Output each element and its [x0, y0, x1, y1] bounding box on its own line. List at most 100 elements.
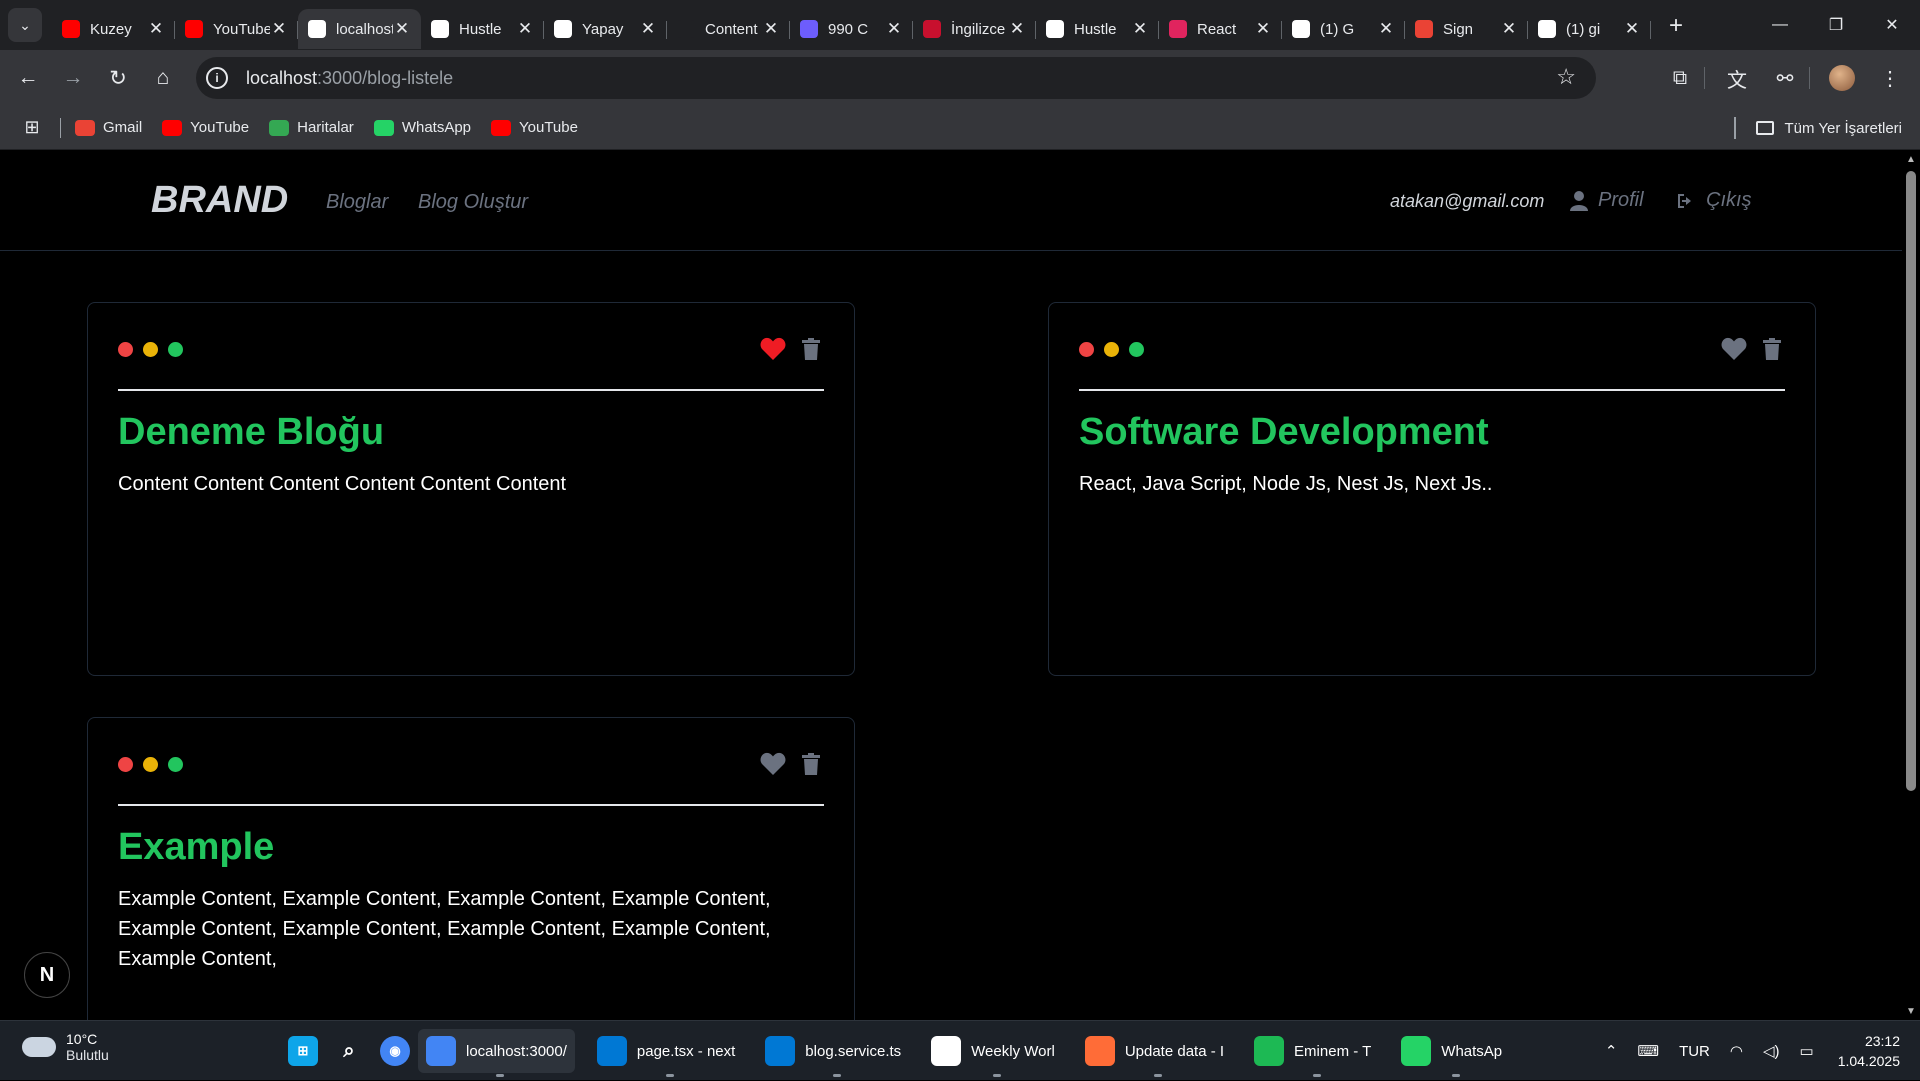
- browser-tab[interactable]: Hustle ✕: [1036, 9, 1159, 49]
- search-button[interactable]: ⌕: [326, 1029, 372, 1073]
- postman-icon: [1084, 1036, 1115, 1066]
- back-button[interactable]: ←: [8, 58, 48, 98]
- page-scrollbar[interactable]: ▲ ▼: [1902, 151, 1920, 1020]
- browser-tab[interactable]: React ✕: [1159, 9, 1282, 49]
- blog-title[interactable]: Software Development: [1079, 411, 1489, 454]
- volume-icon[interactable]: ◁): [1763, 1042, 1780, 1060]
- taskbar-app[interactable]: Weekly Worl: [923, 1029, 1063, 1077]
- wifi-icon[interactable]: ◠: [1730, 1042, 1743, 1060]
- close-tab-icon[interactable]: ✕: [1131, 19, 1149, 39]
- tray-overflow-icon[interactable]: ⌃: [1605, 1042, 1618, 1060]
- weather-desc: Bulutlu: [66, 1047, 109, 1063]
- menu-kebab-icon[interactable]: ⋮: [1870, 58, 1910, 98]
- forward-button[interactable]: →: [53, 58, 93, 98]
- taskbar-app[interactable]: WhatsAp: [1393, 1029, 1510, 1077]
- site-info-icon[interactable]: i: [206, 67, 228, 89]
- close-tab-icon[interactable]: ✕: [1500, 19, 1518, 39]
- close-tab-icon[interactable]: ✕: [270, 19, 288, 39]
- weather-widget[interactable]: 10°C Bulutlu: [22, 1031, 109, 1063]
- all-bookmarks-label: Tüm Yer İşaretleri: [1784, 119, 1902, 137]
- close-tab-icon[interactable]: ✕: [1377, 19, 1395, 39]
- apps-grid-icon[interactable]: ⊞: [12, 117, 52, 138]
- heart-icon[interactable]: [1721, 337, 1747, 361]
- browser-tab[interactable]: Yapay ✕: [544, 9, 667, 49]
- taskbar-app[interactable]: Eminem - T: [1246, 1029, 1379, 1077]
- browser-tab[interactable]: localhost ✕: [298, 9, 421, 49]
- nav-link-create-blog[interactable]: Blog Oluştur: [418, 191, 528, 214]
- close-tab-icon[interactable]: ✕: [639, 19, 657, 39]
- taskbar-app[interactable]: Update data - I: [1077, 1029, 1232, 1077]
- clock[interactable]: 23:12 1.04.2025: [1838, 1031, 1900, 1071]
- translate-icon[interactable]: 文: [1717, 58, 1757, 98]
- heart-icon[interactable]: [760, 337, 786, 361]
- scroll-up-arrow-icon[interactable]: ▲: [1906, 154, 1916, 165]
- url-text[interactable]: localhost:3000/blog-listele: [246, 68, 453, 89]
- nav-link-blogs[interactable]: Bloglar: [326, 191, 388, 214]
- browser-tab[interactable]: (1) G ✕: [1282, 9, 1405, 49]
- browser-tab[interactable]: Sign ✕: [1405, 9, 1528, 49]
- keyboard-icon[interactable]: ⌨: [1637, 1042, 1659, 1060]
- trash-icon[interactable]: [802, 753, 820, 775]
- uk-flag-icon: [923, 20, 941, 38]
- taskbar-app[interactable]: localhost:3000/: [418, 1029, 575, 1077]
- windows-icon: ⊞: [288, 1036, 318, 1066]
- all-bookmarks[interactable]: Tüm Yer İşaretleri: [1734, 106, 1902, 150]
- browser-tab[interactable]: 990 C ✕: [790, 9, 913, 49]
- trash-icon[interactable]: [802, 338, 820, 360]
- blog-title[interactable]: Example: [118, 826, 274, 869]
- tab-title: Kuzey: [90, 20, 132, 38]
- close-tab-icon[interactable]: ✕: [1623, 19, 1641, 39]
- bookmark-item[interactable]: Gmail: [75, 119, 142, 136]
- browser-tab[interactable]: YouTube ✕: [175, 9, 298, 49]
- close-tab-icon[interactable]: ✕: [393, 19, 411, 39]
- logout-label: Çıkış: [1706, 189, 1752, 211]
- profile-link[interactable]: Profil: [1570, 189, 1644, 212]
- running-indicator: [833, 1074, 842, 1077]
- start-button[interactable]: ⊞: [280, 1029, 326, 1073]
- browser-tab[interactable]: Kuzey ✕: [52, 9, 175, 49]
- trash-icon[interactable]: [1763, 338, 1781, 360]
- bookmark-item[interactable]: WhatsApp: [373, 119, 471, 136]
- browser-tab[interactable]: (1) gi ✕: [1528, 9, 1651, 49]
- logout-link[interactable]: Çıkış: [1676, 189, 1752, 212]
- bookmark-item[interactable]: YouTube: [162, 119, 249, 136]
- browser-tab[interactable]: Content ✕: [667, 9, 790, 49]
- close-tab-icon[interactable]: ✕: [1254, 19, 1272, 39]
- minimize-icon[interactable]: —: [1752, 0, 1808, 50]
- restore-icon[interactable]: ❐: [1808, 0, 1864, 50]
- brand-logo[interactable]: BRAND: [151, 179, 288, 222]
- browser-tab[interactable]: İngilizce ✕: [913, 9, 1036, 49]
- bookmark-item[interactable]: YouTube: [491, 119, 578, 136]
- reload-button[interactable]: ↻: [98, 58, 138, 98]
- address-bar[interactable]: i localhost:3000/blog-listele ☆: [196, 57, 1596, 99]
- close-tab-icon[interactable]: ✕: [147, 19, 165, 39]
- nextjs-dev-badge[interactable]: N: [24, 952, 70, 998]
- tab-search-button[interactable]: ⌄: [8, 8, 42, 42]
- close-tab-icon[interactable]: ✕: [885, 19, 903, 39]
- taskbar-app[interactable]: blog.service.ts: [757, 1029, 909, 1077]
- profile-avatar-button[interactable]: [1822, 58, 1862, 98]
- heart-icon[interactable]: [760, 752, 786, 776]
- link-icon[interactable]: ⚯: [1765, 58, 1805, 98]
- close-tab-icon[interactable]: ✕: [1008, 19, 1026, 39]
- blog-card[interactable]: Deneme Bloğu Content Content Content Con…: [87, 302, 855, 676]
- new-tab-button[interactable]: +: [1669, 12, 1683, 40]
- chrome-pinned[interactable]: ◉: [372, 1029, 418, 1073]
- close-tab-icon[interactable]: ✕: [762, 19, 780, 39]
- taskbar-app[interactable]: page.tsx - next: [589, 1029, 743, 1077]
- bookmark-item[interactable]: Haritalar: [269, 119, 354, 136]
- battery-icon[interactable]: ▭: [1800, 1042, 1814, 1060]
- home-button[interactable]: ⌂: [143, 58, 183, 98]
- blog-card[interactable]: Example Example Content, Example Content…: [87, 717, 855, 1020]
- extensions-icon[interactable]: ⧉: [1660, 58, 1700, 98]
- input-language[interactable]: TUR: [1679, 1043, 1710, 1060]
- close-window-icon[interactable]: ✕: [1864, 0, 1920, 50]
- blog-title[interactable]: Deneme Bloğu: [118, 411, 384, 454]
- browser-tab[interactable]: Hustle ✕: [421, 9, 544, 49]
- bookmark-star-icon[interactable]: ☆: [1556, 64, 1576, 90]
- taskbar-app-label: Eminem - T: [1294, 1042, 1372, 1060]
- scrollbar-thumb[interactable]: [1906, 171, 1916, 791]
- close-tab-icon[interactable]: ✕: [516, 19, 534, 39]
- scroll-down-arrow-icon[interactable]: ▼: [1906, 1006, 1916, 1017]
- blog-card[interactable]: Software Development React, Java Script,…: [1048, 302, 1816, 676]
